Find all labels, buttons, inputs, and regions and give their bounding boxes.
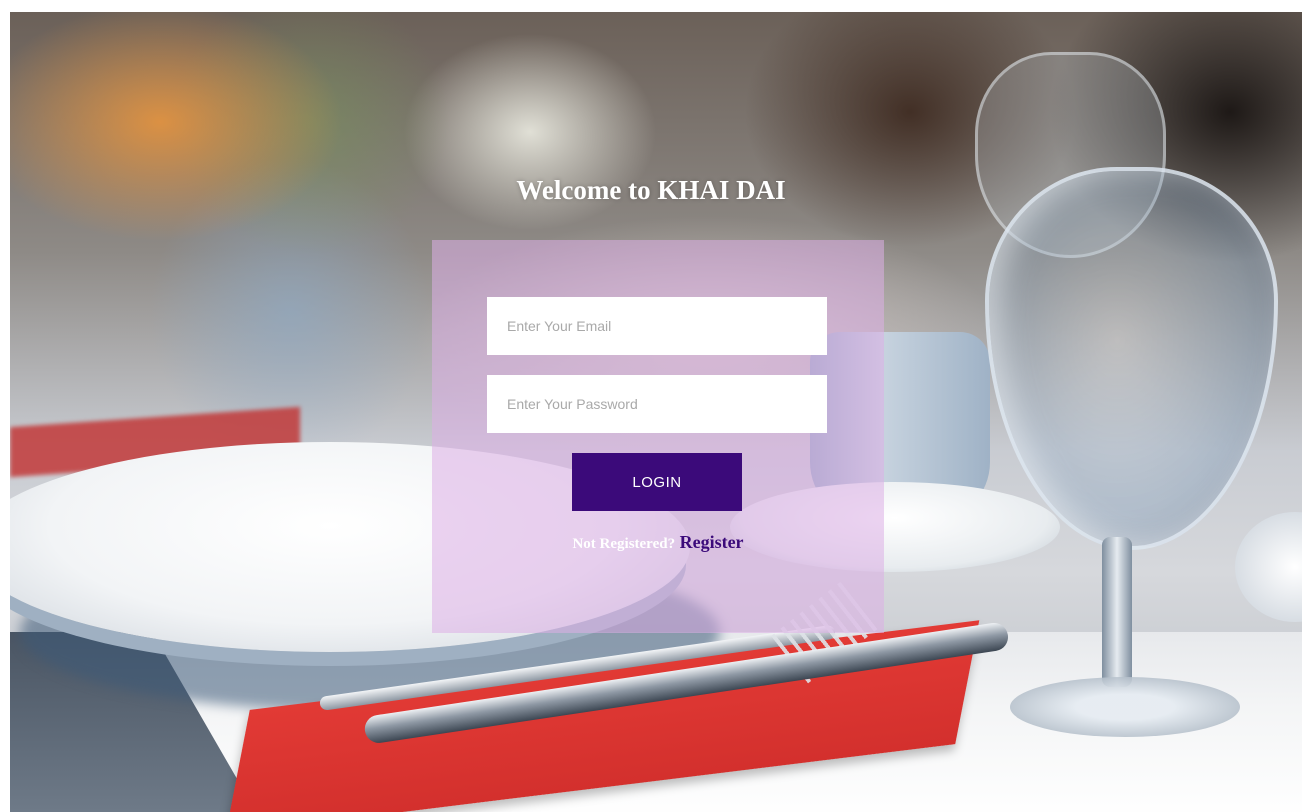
side-plate: [1235, 512, 1302, 622]
page-title: Welcome to KHAI DAI: [516, 175, 786, 205]
wine-glass-base: [1010, 677, 1240, 737]
not-registered-text: Not Registered?: [572, 536, 676, 552]
login-button[interactable]: LOGIN: [572, 453, 742, 511]
login-form-panel: LOGIN Not Registered? Register: [432, 240, 884, 633]
wine-glass-bowl: [985, 167, 1278, 550]
password-field[interactable]: [487, 375, 827, 433]
register-link[interactable]: Register: [680, 532, 744, 552]
wine-glass-stem: [1102, 537, 1132, 687]
register-prompt: Not Registered? Register: [432, 532, 884, 553]
email-field[interactable]: [487, 297, 827, 355]
